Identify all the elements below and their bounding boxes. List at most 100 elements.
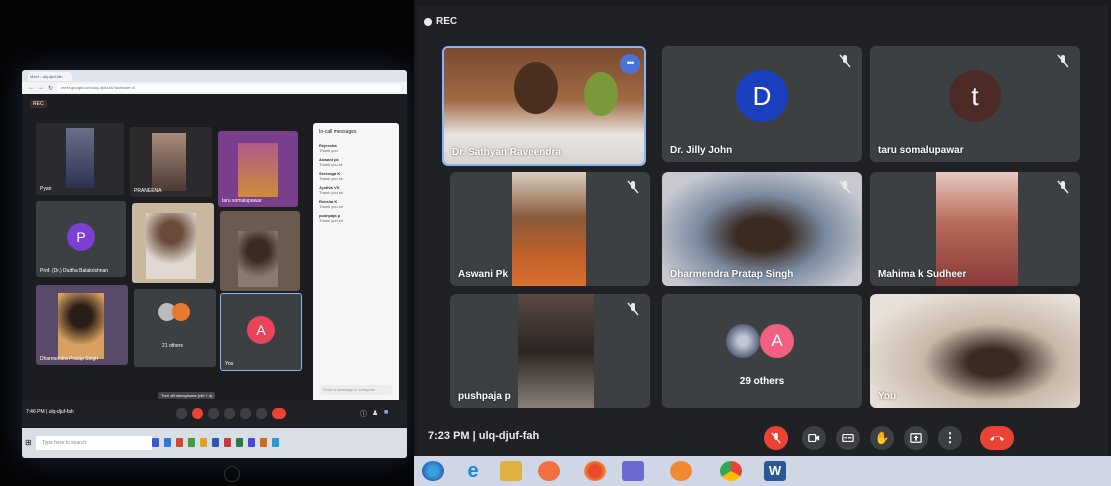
file-explorer-icon[interactable] [500,461,522,481]
participant-tile[interactable] [132,203,214,283]
taskbar-search[interactable]: Type here to search [36,436,152,450]
taskbar-app-icon[interactable] [224,438,231,447]
taskbar-app-icon[interactable] [248,438,255,447]
participant-name: taru somalupawar [222,198,262,204]
chat-text: Thank you sir [319,176,344,181]
rec-badge: REC [424,16,457,27]
participant-tile[interactable]: Mahima k Sudheer [870,172,1080,286]
camera-button[interactable] [802,426,826,450]
participant-video [58,293,104,359]
camera-icon [808,433,820,443]
participant-name: You [878,391,897,402]
word-icon[interactable]: W [764,461,786,481]
others-count: 29 others [739,376,785,387]
meeting-info: 7:23 PM | ulq-djuf-fah [428,430,540,442]
participant-tile[interactable]: D Dr. Jilly John [662,46,862,162]
taskbar-app-icon[interactable] [188,438,195,447]
people-icon[interactable]: ♟ [372,409,378,417]
participant-avatar [726,324,760,358]
captions-button[interactable] [836,426,860,450]
participant-tile[interactable]: Aswani Pk [450,172,650,286]
windows-taskbar: ⊞ Type here to search [22,428,407,458]
app-icon[interactable] [670,461,692,481]
participant-tile[interactable]: Pyari [36,123,124,195]
chat-text: Thank you sir [319,204,344,209]
chrome-icon[interactable] [720,461,742,481]
participant-avatar: A [247,316,275,344]
email-icon[interactable] [622,461,644,481]
chat-icon[interactable]: ■ [384,409,388,416]
info-icon[interactable]: ⓘ [360,409,367,419]
participant-video [238,143,278,197]
participant-name: PRANEENA [134,188,162,194]
chat-message: Sreeraga K Thank you sir [313,169,399,183]
back-icon[interactable]: ← [28,85,34,91]
participant-tile[interactable]: ••• Dr. Sathyan Raveendra [442,46,646,166]
browser-tab-strip: Meet - ulq-djuf-fah [22,70,407,82]
chat-input[interactable]: Send a message to everyone [319,385,393,395]
present-button[interactable] [904,426,928,450]
participant-tile[interactable]: PRANEENA [130,127,212,197]
taskbar-app-icon[interactable] [212,438,219,447]
address-bar[interactable]: meet.google.com/ulq-djuf-fah?authuser=0 [57,84,401,92]
participant-name: pushpaja p [458,391,511,402]
mic-off-icon [627,302,639,316]
browser-tab[interactable]: Meet - ulq-djuf-fah [28,71,72,81]
captions-icon [842,433,854,443]
participant-tile[interactable]: Dharmendra Pratap Singh [36,285,128,365]
taskbar-app-icon[interactable] [272,438,279,447]
raise-hand-icon[interactable] [224,408,235,419]
chat-text: Thank you sir [319,162,344,167]
meeting-info: 7:46 PM | ulq-djuf-fah [26,409,74,415]
more-options-icon[interactable]: ••• [620,54,640,74]
rec-dot-icon [424,17,432,26]
windows-taskbar: e W [414,456,1111,486]
participant-avatar: P [67,223,95,251]
browser-toolbar: ← → ↻ meet.google.com/ulq-djuf-fah?authu… [22,82,407,94]
chat-message: pushpaja p Thank you sir [313,211,399,225]
taskbar-app-icon[interactable] [164,438,171,447]
microphone-icon[interactable] [176,408,187,419]
taskbar-app-icon[interactable] [152,438,159,447]
mic-off-icon [1057,180,1069,194]
participant-tile[interactable]: P Prof. (Dr.) Dudha Balakrishnan [36,201,126,277]
participant-tile[interactable]: A 29 others [662,294,862,408]
participant-avatar [172,303,190,321]
captions-icon[interactable] [208,408,219,419]
chat-panel: In-call messages Rejeesha Thank you Aswan… [313,123,399,403]
participant-tile[interactable]: taru somalupawar [218,131,298,207]
present-icon[interactable] [240,408,251,419]
windows-start-icon[interactable] [422,461,444,481]
taskbar-app-icon[interactable] [236,438,243,447]
forward-icon[interactable]: → [38,85,44,91]
participant-tile[interactable]: pushpaja p [450,294,650,408]
leave-call-button[interactable] [272,408,286,419]
participant-name: Dharmendra Pratap Singh [670,269,794,280]
rec-label: REC [436,16,458,27]
participant-tile-self[interactable]: A You [220,293,302,371]
camera-off-icon[interactable] [192,408,203,419]
plant-icon [584,72,618,116]
windows-start-icon[interactable]: ⊞ [25,438,32,447]
reload-icon[interactable]: ↻ [48,85,53,92]
media-player-icon[interactable] [538,461,560,481]
more-options-button[interactable]: ⋮ [938,426,962,450]
participant-tile[interactable]: t taru somalupawar [870,46,1080,162]
participant-tile[interactable]: 21 others [134,289,216,367]
hang-up-icon [990,436,1004,441]
meeting-control-bar: 7:46 PM | ulq-djuf-fah ⓘ ♟ ■ [22,400,407,426]
taskbar-app-icon[interactable] [176,438,183,447]
taskbar-app-icon[interactable] [200,438,207,447]
firefox-icon[interactable] [584,461,606,481]
raise-hand-button[interactable]: ✋ [870,426,894,450]
internet-explorer-icon[interactable]: e [462,461,484,481]
participant-tile[interactable]: Dharmendra Pratap Singh [662,172,862,286]
meet-screen: REC ••• Dr. Sathyan Raveendra D Dr. Jill… [418,6,1108,456]
taskbar-app-icon[interactable] [260,438,267,447]
participant-tile-self[interactable]: You [870,294,1080,408]
participant-video [152,133,186,191]
microphone-off-button[interactable] [764,426,788,450]
leave-call-button[interactable] [980,426,1014,450]
participant-tile[interactable] [220,211,300,291]
more-options-icon[interactable] [256,408,267,419]
